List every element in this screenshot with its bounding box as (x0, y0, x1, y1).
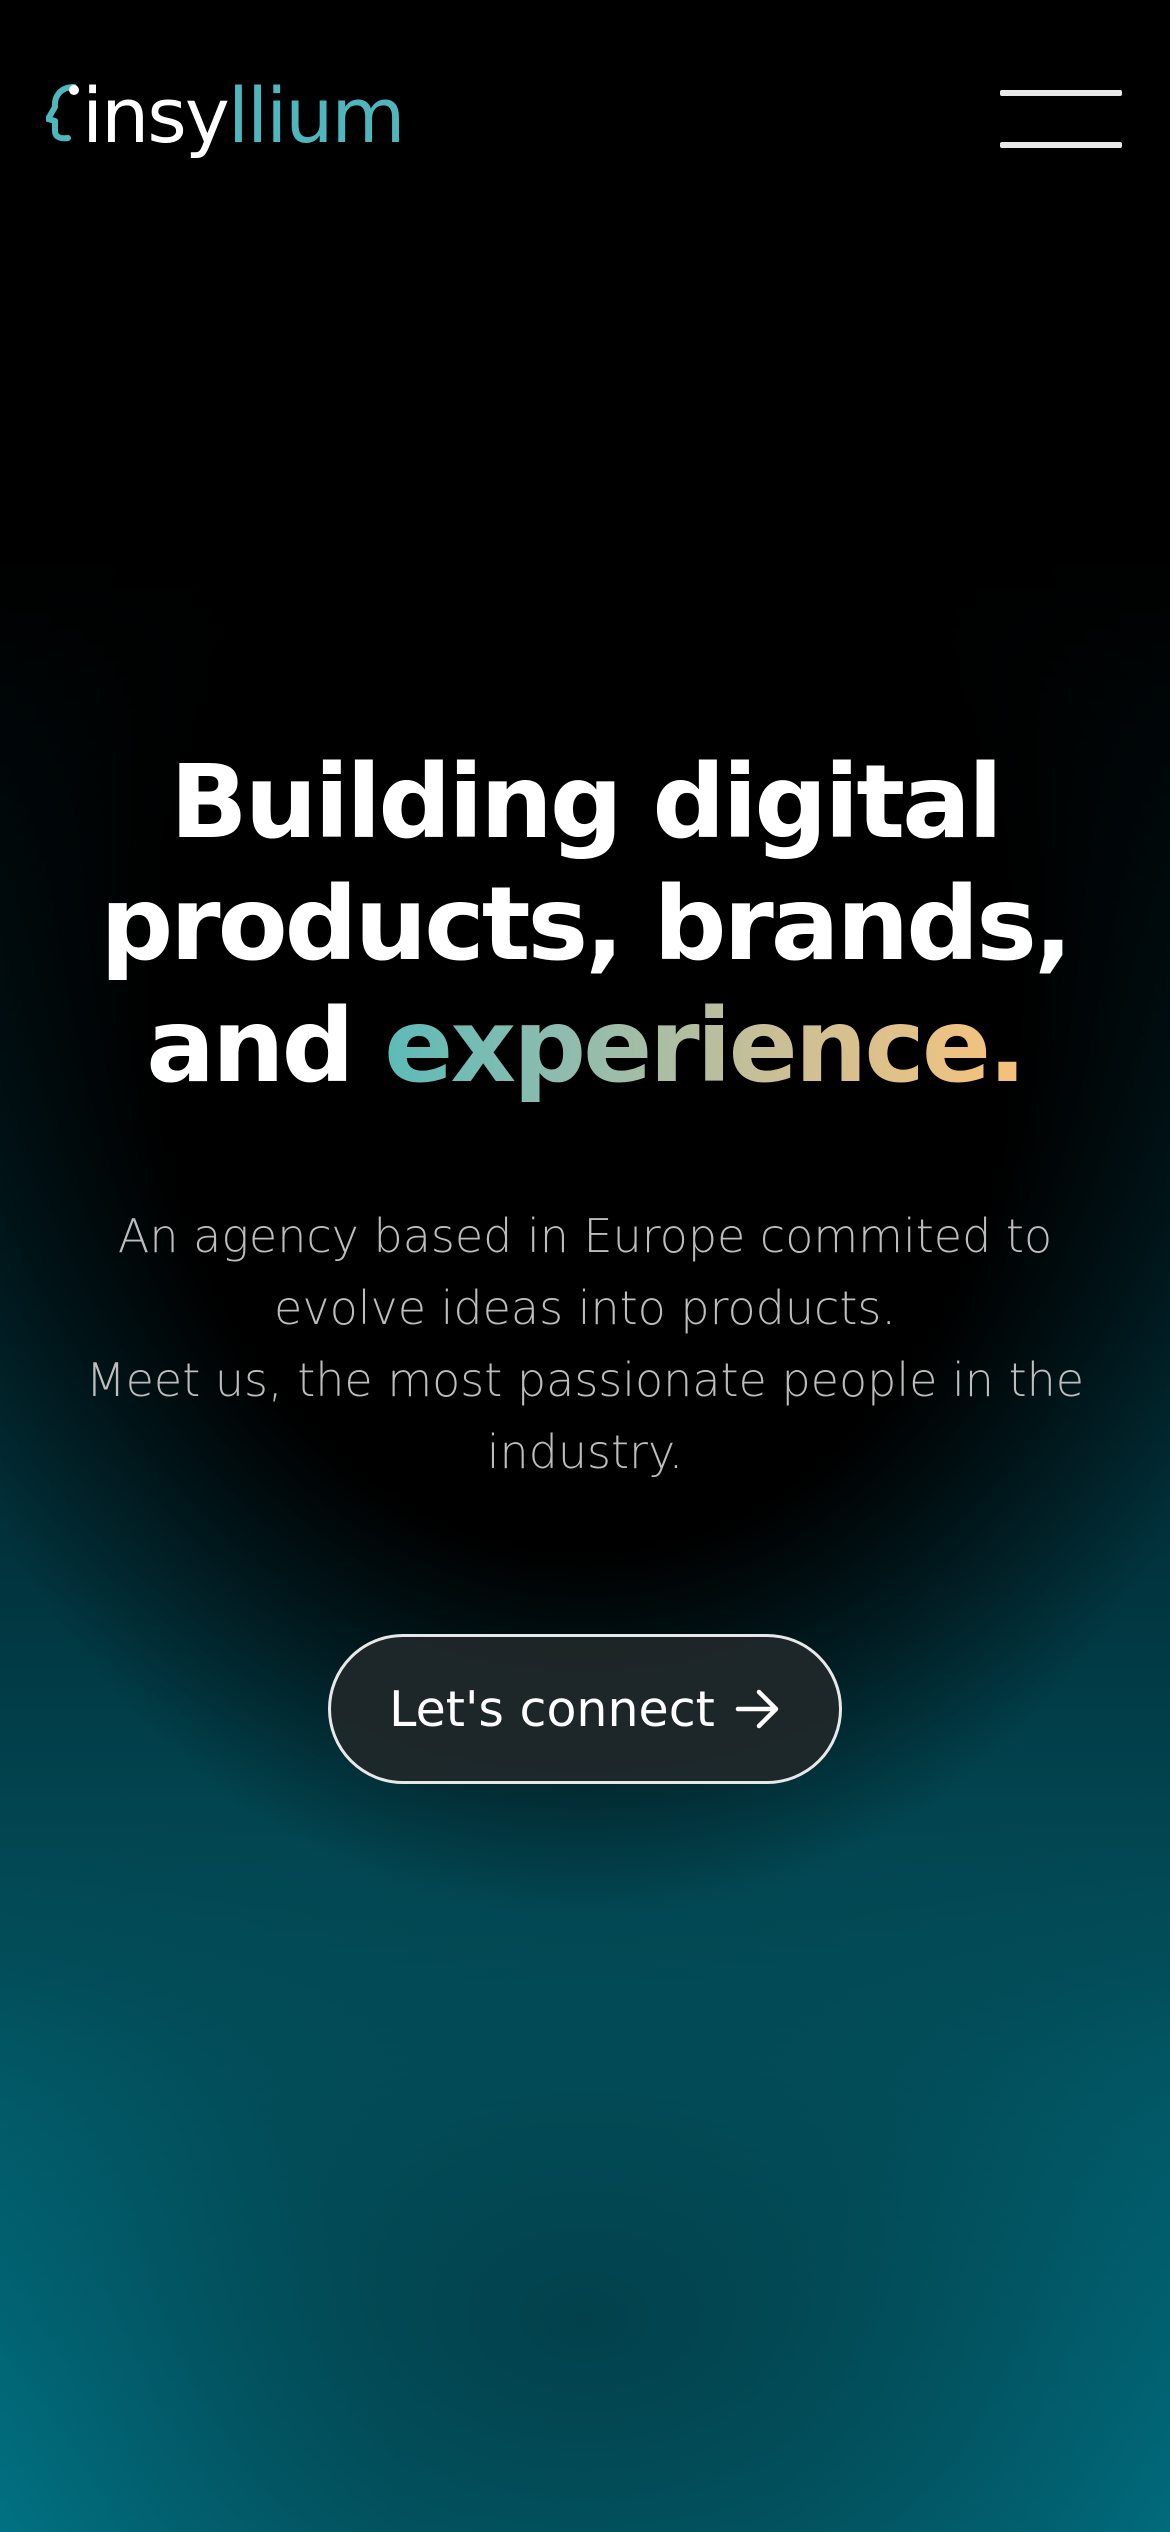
hero-subtitle-line-2: evolve ideas into products. (274, 1281, 896, 1335)
logo-text-accent: llium (227, 71, 406, 160)
hero-subtitle-line-3: Meet us, the most passionate people in t… (85, 1353, 1085, 1407)
menu-line-top (1000, 90, 1122, 96)
menu-line-bottom (1000, 142, 1122, 148)
head-profile-icon (46, 84, 79, 142)
lets-connect-label: Let's connect (389, 1680, 715, 1738)
hero-subtitle-line-4: industry. (486, 1425, 684, 1479)
lets-connect-button[interactable]: Let's connect (328, 1634, 842, 1784)
hero-title-line-3-start: and (146, 987, 385, 1106)
hero-title: Building digital products, brands, and e… (60, 742, 1110, 1108)
site-header: insy llium (0, 0, 1170, 240)
hero-subtitle: An agency based in Europe commited to ev… (40, 1200, 1130, 1488)
landing-page: insy llium Building digital products, bra… (0, 0, 1170, 2532)
hamburger-menu-icon[interactable] (1000, 86, 1122, 152)
hero-title-line-2: products, brands, (100, 865, 1072, 984)
hero-title-accent: experience (384, 987, 991, 1106)
hero-title-dot: . (988, 987, 1027, 1106)
logo-text-primary: insy (82, 71, 230, 160)
hero-title-line-1: Building digital (170, 743, 1003, 862)
logo[interactable]: insy llium (46, 66, 406, 166)
arrow-right-icon (735, 1689, 779, 1729)
hero-subtitle-line-1: An agency based in Europe commited to (117, 1209, 1053, 1263)
